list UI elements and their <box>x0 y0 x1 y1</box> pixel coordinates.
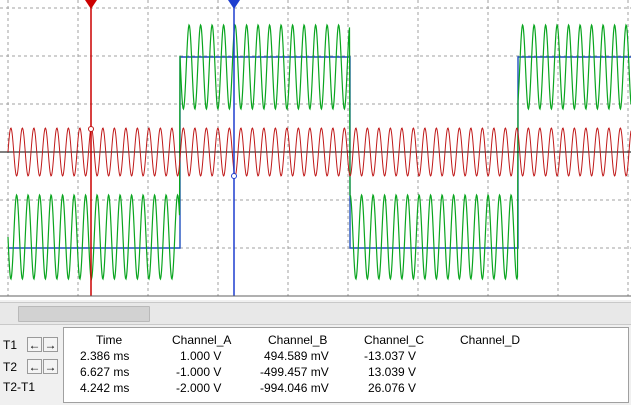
cursor-t2-intersection-marker <box>231 173 237 179</box>
cell-delta-channel-a: -2.000 V <box>176 381 222 395</box>
row-label-t2: T2 <box>3 360 18 374</box>
row-label-t1: T1 <box>3 338 18 352</box>
oscilloscope-display <box>0 0 631 300</box>
cell-delta-channel-c: 26.076 V <box>368 381 417 395</box>
scrollbar-thumb[interactable] <box>18 306 150 322</box>
t2-move-left-button[interactable]: ← <box>27 359 42 374</box>
cell-t2-channel-b: -499.457 mV <box>260 365 329 379</box>
cell-t1-channel-a: 1.000 V <box>180 349 222 363</box>
header-channel-b: Channel_B <box>268 333 328 347</box>
measurement-table: Time Channel_A Channel_B Channel_C Chann… <box>63 327 629 403</box>
cell-delta-time: 4.242 ms <box>80 381 130 395</box>
horizontal-scrollbar[interactable] <box>0 302 631 325</box>
header-channel-c: Channel_C <box>364 333 425 347</box>
cell-t2-channel-a: -1.000 V <box>176 365 222 379</box>
cell-t1-time: 2.386 ms <box>80 349 130 363</box>
cell-t2-time: 6.627 ms <box>80 365 130 379</box>
cell-t1-channel-c: -13.037 V <box>364 349 417 363</box>
arrow-right-icon: → <box>44 338 57 352</box>
row-label-t2-t1: T2-T1 <box>3 380 36 394</box>
t1-move-left-button[interactable]: ← <box>27 337 42 352</box>
scope-canvas <box>0 0 631 297</box>
header-channel-a: Channel_A <box>172 333 232 347</box>
cell-t2-channel-c: 13.039 V <box>368 365 417 379</box>
measurement-panel: T1 ← → T2 ← → T2-T1 Time Channel_A Chann… <box>0 325 631 405</box>
cell-t1-channel-b: 494.589 mV <box>264 349 329 363</box>
header-time: Time <box>96 333 123 347</box>
cursor-t1-intersection-marker <box>88 126 94 132</box>
arrow-left-icon: ← <box>28 360 41 374</box>
t2-move-right-button[interactable]: → <box>43 359 58 374</box>
arrow-right-icon: → <box>44 360 57 374</box>
t1-move-right-button[interactable]: → <box>43 337 58 352</box>
header-channel-d: Channel_D <box>460 333 521 347</box>
arrow-left-icon: ← <box>28 338 41 352</box>
cell-delta-channel-b: -994.046 mV <box>260 381 329 395</box>
